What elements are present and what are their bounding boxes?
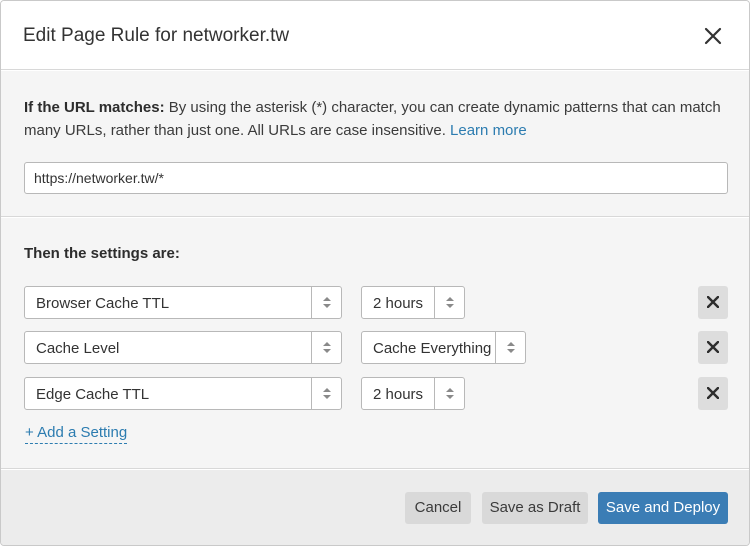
- remove-setting-button[interactable]: [698, 286, 728, 319]
- dialog-footer: Cancel Save as Draft Save and Deploy: [1, 470, 749, 545]
- value-select-edge-cache-ttl[interactable]: 2 hours: [361, 377, 465, 410]
- cancel-button[interactable]: Cancel: [405, 492, 471, 524]
- dialog-title: Edit Page Rule for networker.tw: [23, 25, 290, 46]
- settings-section: Then the settings are: Browser Cache TTL…: [1, 218, 749, 469]
- chevron-updown-icon: [311, 287, 341, 318]
- url-match-section: If the URL matches: By using the asteris…: [1, 71, 749, 217]
- url-match-description: If the URL matches: By using the asteris…: [24, 96, 724, 142]
- remove-setting-button[interactable]: [698, 331, 728, 364]
- save-as-draft-button[interactable]: Save as Draft: [482, 492, 588, 524]
- dialog-header: Edit Page Rule for networker.tw: [1, 1, 749, 70]
- add-setting-link[interactable]: + Add a Setting: [25, 424, 128, 444]
- chevron-updown-icon: [434, 378, 464, 409]
- value-select-value: 2 hours: [373, 386, 424, 403]
- chevron-updown-icon: [311, 332, 341, 363]
- close-icon: [707, 296, 719, 308]
- remove-setting-button[interactable]: [698, 377, 728, 410]
- chevron-updown-icon: [495, 332, 525, 363]
- settings-label: Then the settings are:: [24, 245, 180, 262]
- url-match-label: If the URL matches:: [24, 99, 165, 116]
- close-icon: [707, 341, 719, 353]
- setting-select-edge-cache-ttl[interactable]: Edge Cache TTL: [24, 377, 342, 410]
- setting-select-cache-level[interactable]: Cache Level: [24, 331, 342, 364]
- edit-page-rule-dialog: Edit Page Rule for networker.tw If the U…: [0, 0, 750, 546]
- setting-select-value: Edge Cache TTL: [36, 386, 150, 403]
- chevron-updown-icon: [311, 378, 341, 409]
- value-select-value: Cache Everything: [373, 340, 492, 357]
- close-icon: [707, 387, 719, 399]
- value-select-cache-level[interactable]: Cache Everything: [361, 331, 526, 364]
- learn-more-link[interactable]: Learn more: [450, 122, 527, 139]
- value-select-browser-cache-ttl[interactable]: 2 hours: [361, 286, 465, 319]
- setting-select-value: Browser Cache TTL: [36, 295, 170, 312]
- setting-select-value: Cache Level: [36, 340, 120, 357]
- close-icon[interactable]: [701, 24, 725, 48]
- save-and-deploy-button[interactable]: Save and Deploy: [598, 492, 728, 524]
- url-pattern-input[interactable]: [24, 162, 728, 194]
- value-select-value: 2 hours: [373, 295, 424, 312]
- setting-select-browser-cache-ttl[interactable]: Browser Cache TTL: [24, 286, 342, 319]
- chevron-updown-icon: [434, 287, 464, 318]
